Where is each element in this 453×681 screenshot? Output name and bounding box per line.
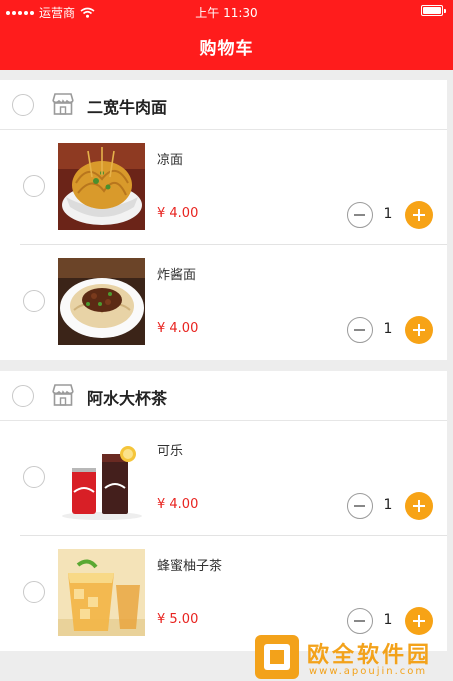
item-name: 蜂蜜柚子茶	[157, 559, 223, 574]
shop-icon	[52, 384, 74, 406]
minus-icon[interactable]	[347, 317, 373, 343]
shop-select-radio[interactable]	[12, 385, 34, 407]
status-bar: 运营商 上午 11:30	[0, 0, 453, 22]
plus-icon[interactable]	[405, 316, 433, 344]
product-image-zhajiang-noodles[interactable]	[58, 258, 145, 345]
shop-header: 阿水大杯茶	[0, 371, 447, 421]
product-image-cold-noodles[interactable]	[58, 143, 145, 230]
watermark-title: 欧全软件园	[307, 643, 433, 668]
status-time: 上午 11:30	[195, 6, 258, 20]
shop-name: 阿水大杯茶	[87, 389, 168, 408]
item-name: 可乐	[157, 444, 184, 459]
page-title: 购物车	[199, 39, 254, 59]
quantity-value: 1	[383, 612, 393, 628]
quantity-stepper: 1	[347, 201, 435, 229]
product-image-honey-citron-tea[interactable]	[58, 549, 145, 636]
cart-item: 炸酱面 ¥ 4.00 1	[0, 245, 447, 360]
watermark-url: www.apoujin.com	[309, 666, 428, 677]
watermark-logo-icon	[255, 635, 299, 679]
shop-icon	[52, 93, 74, 115]
quantity-value: 1	[383, 206, 393, 222]
item-price: ¥ 5.00	[157, 612, 199, 627]
battery-icon	[421, 5, 446, 16]
item-select-radio[interactable]	[23, 466, 45, 488]
minus-icon[interactable]	[347, 202, 373, 228]
quantity-value: 1	[383, 321, 393, 337]
item-select-radio[interactable]	[23, 175, 45, 197]
shop-name: 二宽牛肉面	[87, 98, 168, 117]
site-watermark: 欧全软件园 www.apoujin.com	[255, 631, 453, 681]
navigation-bar: 运营商 上午 11:30 购物车	[0, 0, 453, 70]
plus-icon[interactable]	[405, 201, 433, 229]
item-select-radio[interactable]	[23, 581, 45, 603]
shop-section: 阿水大杯茶 可乐 ¥ 4.00 1 蜂蜜柚子茶 ¥ 5.00 1	[0, 371, 447, 651]
item-select-radio[interactable]	[23, 290, 45, 312]
item-price: ¥ 4.00	[157, 497, 199, 512]
quantity-value: 1	[383, 497, 393, 513]
minus-icon[interactable]	[347, 493, 373, 519]
product-image-cola[interactable]	[58, 434, 145, 521]
cart-item: 凉面 ¥ 4.00 1	[0, 130, 447, 245]
item-name: 凉面	[157, 153, 184, 168]
item-name: 炸酱面	[157, 268, 197, 283]
item-price: ¥ 4.00	[157, 206, 199, 221]
shop-select-radio[interactable]	[12, 94, 34, 116]
cart-item: 可乐 ¥ 4.00 1	[0, 421, 447, 536]
item-price: ¥ 4.00	[157, 321, 199, 336]
quantity-stepper: 1	[347, 492, 435, 520]
quantity-stepper: 1	[347, 316, 435, 344]
shop-header: 二宽牛肉面	[0, 80, 447, 130]
plus-icon[interactable]	[405, 492, 433, 520]
shop-section: 二宽牛肉面 凉面 ¥ 4.00 1 炸酱面 ¥ 4.00 1	[0, 80, 447, 360]
